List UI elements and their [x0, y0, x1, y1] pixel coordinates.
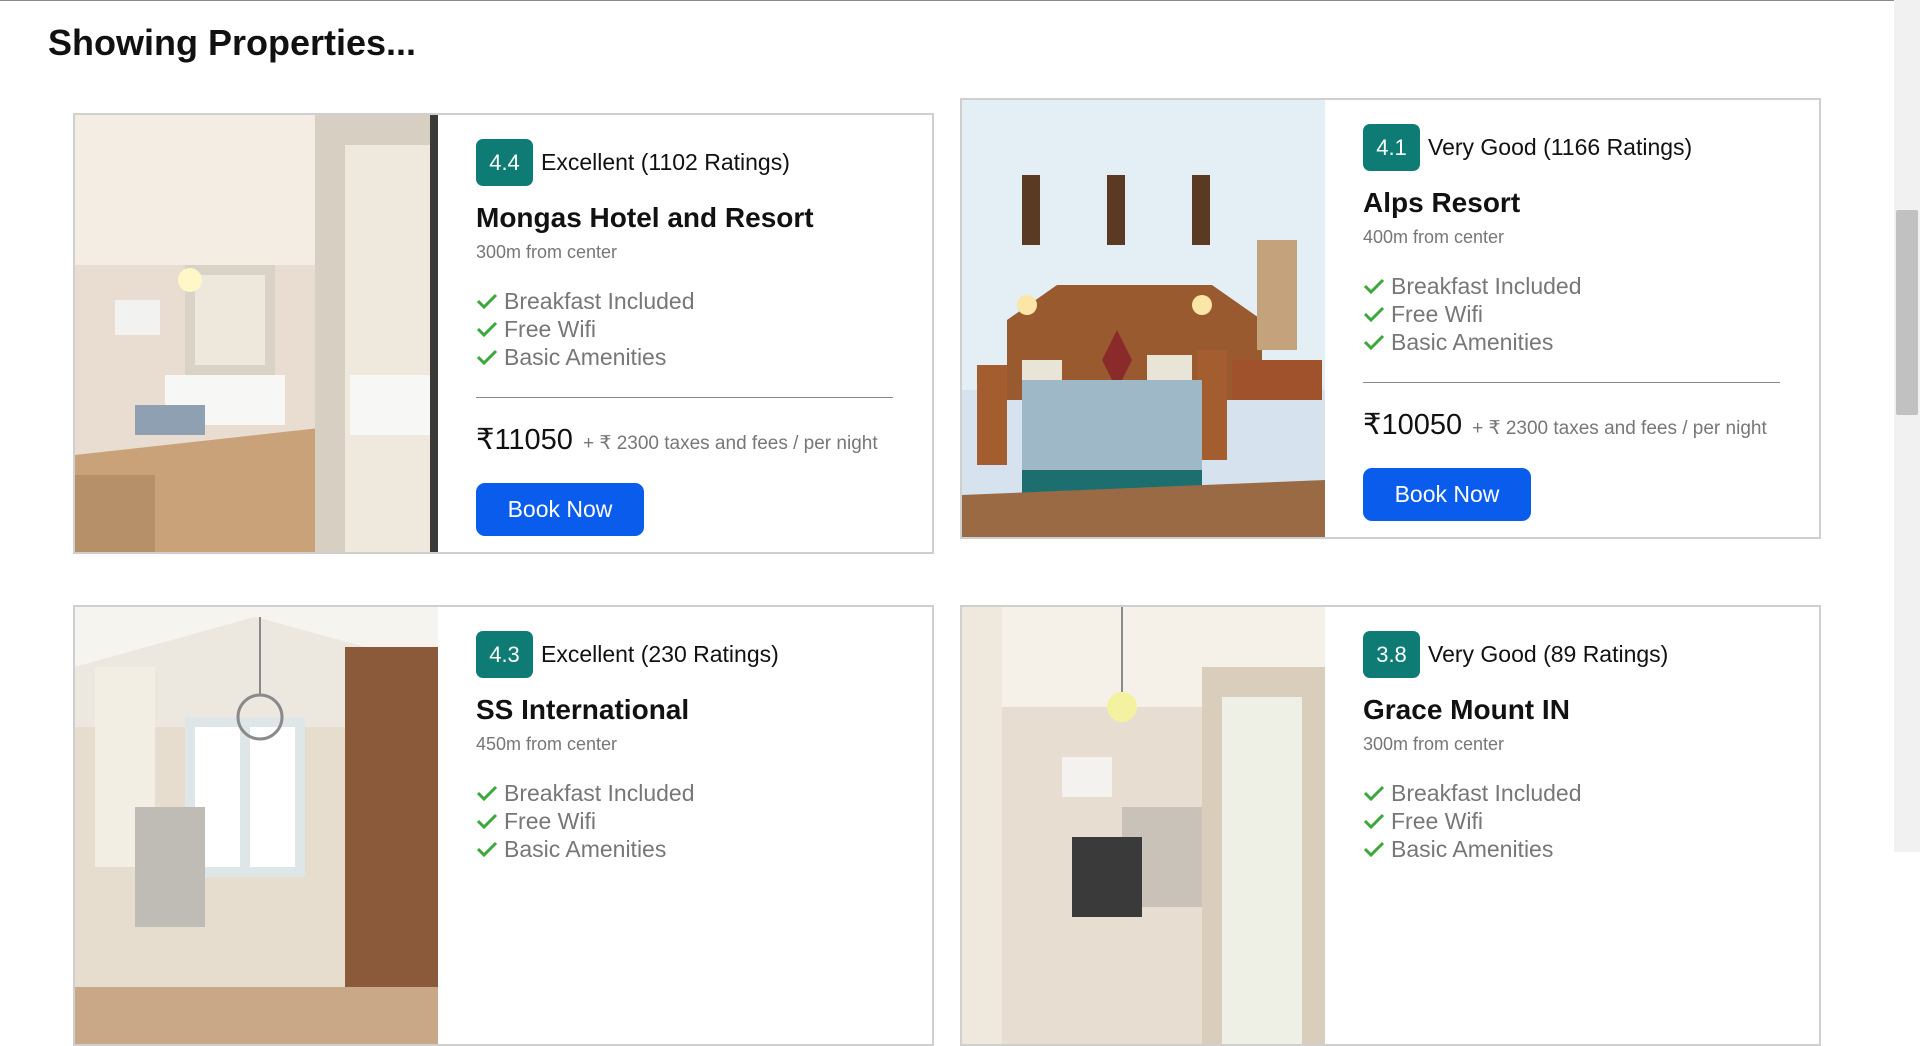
price: ₹10050: [1363, 409, 1463, 441]
scrollbar-thumb[interactable]: [1896, 210, 1918, 415]
amenity-label: Breakfast Included: [1391, 272, 1582, 299]
check-icon: [476, 813, 498, 830]
rating-row: 3.8 Very Good (89 Ratings): [1363, 631, 1783, 678]
amenity-label: Breakfast Included: [1391, 779, 1582, 806]
amenity-item: Breakfast Included: [1363, 272, 1783, 300]
amenity-item: Basic Amenities: [476, 343, 896, 371]
check-icon: [476, 841, 498, 858]
price-row: ₹10050 + ₹ 2300 taxes and fees / per nig…: [1363, 407, 1783, 442]
property-card: 4.4 Excellent (1102 Ratings) Mongas Hote…: [73, 113, 934, 554]
amenity-item: Free Wifi: [1363, 300, 1783, 328]
tax-text: + ₹ 2300 taxes and fees / per night: [1472, 418, 1767, 439]
price-row: ₹11050 + ₹ 2300 taxes and fees / per nig…: [476, 422, 896, 457]
distance-text: 300m from center: [476, 242, 618, 262]
rating-badge: 3.8: [1363, 631, 1420, 678]
amenity-list: Breakfast Included Free Wifi Basic Ameni…: [476, 287, 896, 371]
property-photo[interactable]: [962, 100, 1325, 537]
amenity-label: Basic Amenities: [504, 835, 667, 862]
book-now-button[interactable]: Book Now: [1363, 468, 1531, 521]
rating-badge: 4.4: [476, 139, 533, 186]
hotel-name[interactable]: Mongas Hotel and Resort: [476, 202, 896, 234]
amenity-item: Breakfast Included: [476, 779, 896, 807]
rating-row: 4.4 Excellent (1102 Ratings): [476, 139, 896, 186]
distance-text: 300m from center: [1363, 734, 1505, 754]
amenity-item: Basic Amenities: [476, 835, 896, 863]
divider: [1363, 382, 1780, 383]
amenity-list: Breakfast Included Free Wifi Basic Ameni…: [1363, 272, 1783, 356]
amenity-label: Basic Amenities: [1391, 835, 1554, 862]
tax-text: + ₹ 2300 taxes and fees / per night: [582, 433, 878, 454]
check-icon: [1363, 785, 1385, 802]
hotel-name[interactable]: SS International: [476, 694, 896, 726]
amenity-label: Free Wifi: [1391, 300, 1483, 327]
book-now-button[interactable]: Book Now: [476, 483, 644, 536]
page-title: Showing Properties...: [48, 22, 417, 63]
amenity-item: Free Wifi: [1363, 807, 1783, 835]
rating-text: Very Good (89 Ratings): [1428, 641, 1669, 667]
rating-text: Excellent (230 Ratings): [541, 641, 779, 667]
property-photo[interactable]: [75, 115, 438, 552]
amenity-item: Breakfast Included: [1363, 779, 1783, 807]
amenity-item: Free Wifi: [476, 807, 896, 835]
check-icon: [476, 293, 498, 310]
hotel-name[interactable]: Alps Resort: [1363, 187, 1783, 219]
amenity-label: Basic Amenities: [504, 343, 667, 370]
property-card: 4.3 Excellent (230 Ratings) SS Internati…: [73, 605, 934, 1046]
check-icon: [1363, 841, 1385, 858]
hotel-name[interactable]: Grace Mount IN: [1363, 694, 1783, 726]
price: ₹11050: [476, 424, 573, 456]
check-icon: [476, 349, 498, 366]
amenity-item: Basic Amenities: [1363, 328, 1783, 356]
rating-row: 4.3 Excellent (230 Ratings): [476, 631, 896, 678]
amenity-item: Breakfast Included: [476, 287, 896, 315]
property-card: 3.8 Very Good (89 Ratings) Grace Mount I…: [960, 605, 1821, 1046]
top-border: [0, 0, 1920, 1]
amenity-label: Free Wifi: [504, 807, 596, 834]
check-icon: [1363, 278, 1385, 295]
property-photo[interactable]: [75, 607, 438, 1044]
amenity-label: Basic Amenities: [1391, 328, 1554, 355]
rating-text: Very Good (1166 Ratings): [1428, 134, 1693, 160]
rating-text: Excellent (1102 Ratings): [541, 149, 790, 175]
amenity-list: Breakfast Included Free Wifi Basic Ameni…: [476, 779, 896, 863]
amenity-item: Free Wifi: [476, 315, 896, 343]
amenity-list: Breakfast Included Free Wifi Basic Ameni…: [1363, 779, 1783, 863]
rating-row: 4.1 Very Good (1166 Ratings): [1363, 124, 1783, 171]
scrollbar[interactable]: [1894, 0, 1920, 852]
amenity-label: Breakfast Included: [504, 287, 695, 314]
divider: [476, 397, 893, 398]
check-icon: [1363, 813, 1385, 830]
check-icon: [476, 785, 498, 802]
property-photo[interactable]: [962, 607, 1325, 1044]
check-icon: [476, 321, 498, 338]
amenity-item: Basic Amenities: [1363, 835, 1783, 863]
amenity-label: Free Wifi: [504, 315, 596, 342]
property-card: 4.1 Very Good (1166 Ratings) Alps Resort…: [960, 98, 1821, 539]
check-icon: [1363, 306, 1385, 323]
rating-badge: 4.1: [1363, 124, 1420, 171]
amenity-label: Breakfast Included: [504, 779, 695, 806]
check-icon: [1363, 334, 1385, 351]
distance-text: 400m from center: [1363, 227, 1505, 247]
distance-text: 450m from center: [476, 734, 618, 754]
amenity-label: Free Wifi: [1391, 807, 1483, 834]
rating-badge: 4.3: [476, 631, 533, 678]
